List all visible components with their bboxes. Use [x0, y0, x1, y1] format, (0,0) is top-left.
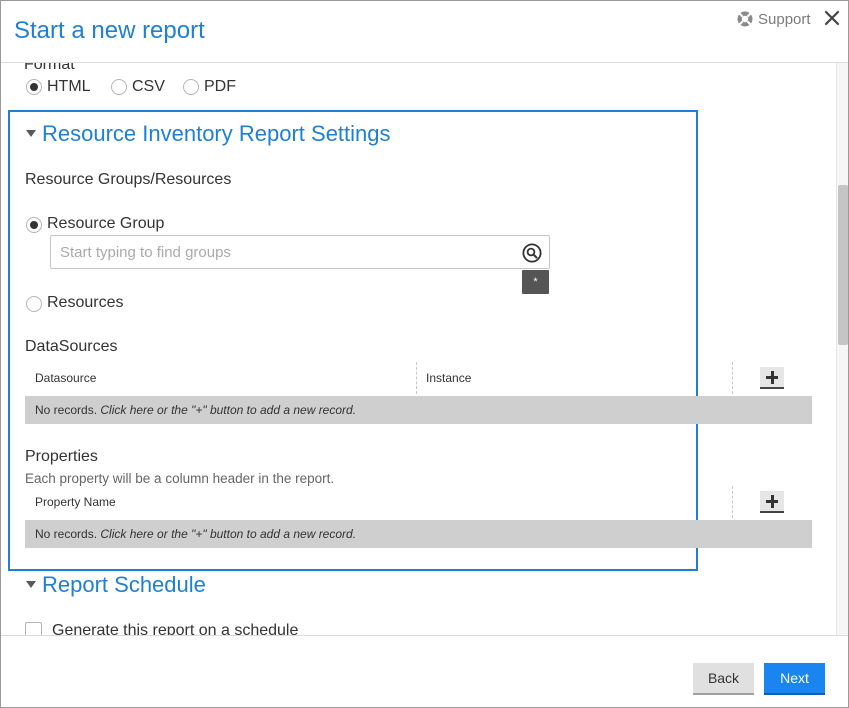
empty-row-text: No records.	[35, 403, 98, 417]
resource-group-label[interactable]: Resource Group	[47, 215, 164, 233]
back-button[interactable]: Back	[693, 663, 754, 695]
search-icon[interactable]	[522, 243, 542, 263]
close-icon[interactable]	[821, 7, 843, 29]
dialog-title: Start a new report	[14, 17, 205, 44]
required-asterisk-badge: *	[522, 270, 549, 294]
properties-description: Each property will be a column header in…	[25, 471, 335, 486]
scrollbar-thumb[interactable]	[838, 185, 848, 345]
next-button[interactable]: Next	[764, 663, 825, 695]
column-divider	[732, 362, 733, 394]
add-property-button[interactable]	[760, 491, 784, 513]
format-label-html[interactable]: HTML	[47, 78, 91, 96]
resources-radio[interactable]	[26, 296, 42, 312]
instance-column-header[interactable]: Instance	[426, 371, 471, 385]
resources-heading: Resource Groups/Resources	[25, 171, 232, 188]
report-dialog: Start a new report Support Format HTML C…	[0, 0, 849, 708]
format-label: Format	[24, 63, 75, 73]
format-radio-csv[interactable]	[111, 79, 127, 95]
column-divider	[732, 486, 733, 518]
schedule-section-title[interactable]: Report Schedule	[42, 572, 206, 598]
scrollbar[interactable]	[836, 63, 848, 635]
format-label-pdf[interactable]: PDF	[204, 78, 236, 96]
settings-section-title[interactable]: Resource Inventory Report Settings	[42, 121, 391, 147]
group-search-input[interactable]	[60, 241, 510, 263]
properties-empty-row[interactable]: No records. Click here or the "+" button…	[25, 520, 812, 548]
caret-down-icon[interactable]	[26, 581, 36, 588]
add-datasource-button[interactable]	[760, 367, 784, 389]
schedule-checkbox-label[interactable]: Generate this report on a schedule	[52, 622, 298, 635]
dialog-footer: Back Next	[1, 635, 848, 707]
empty-row-hint: Click here or the "+" button to add a ne…	[100, 527, 357, 541]
schedule-checkbox[interactable]	[25, 622, 42, 635]
support-link[interactable]: Support	[736, 9, 811, 29]
datasource-column-header[interactable]: Datasource	[35, 371, 96, 385]
resource-group-radio[interactable]	[26, 217, 42, 233]
format-label-csv[interactable]: CSV	[132, 78, 165, 96]
property-name-column-header[interactable]: Property Name	[35, 495, 116, 509]
resources-label[interactable]: Resources	[47, 294, 123, 312]
format-radio-pdf[interactable]	[183, 79, 199, 95]
empty-row-hint: Click here or the "+" button to add a ne…	[100, 403, 357, 417]
datasources-empty-row[interactable]: No records. Click here or the "+" button…	[25, 396, 812, 424]
dialog-body[interactable]: Format HTML CSV PDF Resource Inventory R…	[1, 63, 848, 635]
column-divider	[416, 362, 417, 394]
support-label: Support	[758, 10, 811, 28]
group-search-box	[50, 235, 550, 269]
dialog-header: Start a new report Support	[1, 1, 848, 63]
properties-heading: Properties	[25, 448, 98, 465]
format-radio-html[interactable]	[26, 79, 42, 95]
lifebuoy-icon	[737, 11, 753, 27]
caret-down-icon[interactable]	[26, 130, 36, 137]
datasources-heading: DataSources	[25, 338, 118, 355]
empty-row-text: No records.	[35, 527, 98, 541]
